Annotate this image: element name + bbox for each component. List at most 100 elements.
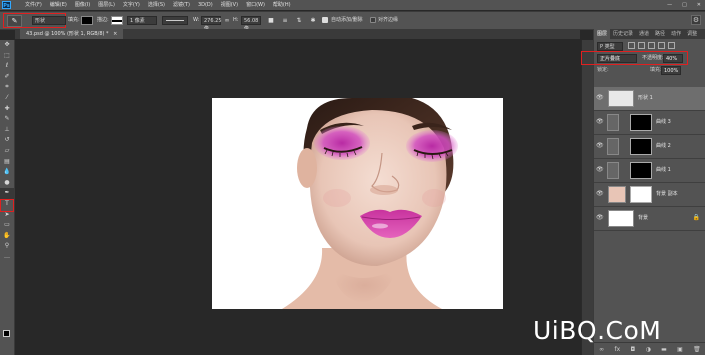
link-dimensions-icon[interactable]: ∞ <box>223 16 231 25</box>
align-edges-checkbox[interactable] <box>370 17 376 23</box>
layer-mask-thumbnail[interactable] <box>630 186 652 203</box>
menu-file[interactable]: 文件(F) <box>21 0 46 10</box>
tool-mode-select[interactable]: 形状 <box>32 16 66 25</box>
document-tab[interactable]: 43.psd @ 100% (形状 1, RGB/8) * × <box>20 29 124 39</box>
clone-stamp-icon[interactable]: ⊥ <box>0 125 14 136</box>
eyedropper-icon[interactable]: ⁄ <box>0 93 14 104</box>
lock-label: 锁定: <box>597 67 609 73</box>
new-layer-icon[interactable]: ▣ <box>677 346 683 353</box>
tab-close-icon[interactable]: × <box>113 31 117 37</box>
fill-swatch[interactable] <box>81 16 93 25</box>
tab-actions[interactable]: 动作 <box>668 29 684 39</box>
crop-tool-icon[interactable]: ⌗ <box>0 82 14 93</box>
gear-icon[interactable]: ⚙ <box>691 15 701 25</box>
more-tools-icon[interactable]: … <box>0 252 14 263</box>
quick-select-icon[interactable]: ✐ <box>0 72 14 83</box>
fx-icon[interactable]: fx <box>614 346 620 353</box>
auto-add-delete-checkbox[interactable] <box>322 17 328 23</box>
trash-icon[interactable]: 🗑 <box>693 346 701 353</box>
layer-name: 曲线 1 <box>656 167 671 173</box>
path-operations-icon[interactable]: ■ <box>267 16 275 25</box>
history-brush-icon[interactable]: ↺ <box>0 135 14 146</box>
eye-icon[interactable]: 👁 <box>596 95 604 101</box>
maximize-button[interactable]: □ <box>682 0 687 10</box>
brush-tool-icon[interactable]: ✎ <box>0 114 14 125</box>
foreground-color-swatch[interactable] <box>3 330 10 337</box>
path-arrangement-icon[interactable]: ⇅ <box>295 16 303 25</box>
layer-mask-thumbnail[interactable] <box>630 138 652 155</box>
document-canvas[interactable] <box>212 98 503 309</box>
menu-window[interactable]: 窗口(W) <box>242 0 269 10</box>
panel-dock <box>581 40 593 355</box>
smart-object-filter-icon[interactable] <box>668 42 675 49</box>
opacity-label: 不透明度: <box>642 55 664 61</box>
zoom-tool-icon[interactable]: ⚲ <box>0 241 14 252</box>
eye-icon[interactable]: 👁 <box>596 215 604 221</box>
menu-image[interactable]: 图像(I) <box>71 0 94 10</box>
eye-icon[interactable]: 👁 <box>596 143 604 149</box>
lasso-tool-icon[interactable]: ℓ <box>0 61 14 72</box>
layer-row[interactable]: 👁 背景 副本 <box>594 183 705 207</box>
healing-brush-icon[interactable]: ✚ <box>0 104 14 115</box>
tab-paths[interactable]: 路径 <box>652 29 668 39</box>
height-field[interactable]: 56.08 像 <box>241 16 261 32</box>
minimize-button[interactable]: — <box>667 0 672 10</box>
eye-icon[interactable]: 👁 <box>596 167 604 173</box>
layer-row[interactable]: 👁 形状 1 <box>594 87 705 111</box>
move-tool-icon[interactable]: ✥ <box>0 40 14 51</box>
blend-mode-select[interactable]: 正片叠底 <box>597 54 637 63</box>
document-title: 43.psd @ 100% (形状 1, RGB/8) * <box>26 31 109 37</box>
adjustment-filter-icon[interactable] <box>638 42 645 49</box>
hand-tool-icon[interactable]: ✋ <box>0 231 14 242</box>
geometry-options-icon[interactable]: ✱ <box>309 16 317 25</box>
curves-adjustment-icon <box>607 114 619 131</box>
marquee-tool-icon[interactable]: ⬚ <box>0 51 14 62</box>
menu-type[interactable]: 文字(Y) <box>119 0 144 10</box>
panel-fill-field[interactable]: 100% <box>661 66 681 75</box>
pen-tool-icon[interactable]: ✒ <box>0 188 14 199</box>
menu-select[interactable]: 选择(S) <box>144 0 169 10</box>
tab-layers[interactable]: 图层 <box>594 29 611 39</box>
curves-adjustment-icon <box>607 138 619 155</box>
shape-tool-icon[interactable]: ▭ <box>0 220 14 231</box>
menu-view[interactable]: 视图(V) <box>217 0 242 10</box>
layer-name: 曲线 3 <box>656 119 671 125</box>
menu-help[interactable]: 帮助(H) <box>269 0 295 10</box>
layer-mask-thumbnail[interactable] <box>630 162 652 179</box>
pixel-filter-icon[interactable] <box>628 42 635 49</box>
stroke-swatch[interactable] <box>111 16 123 25</box>
tab-adjustments[interactable]: 调整 <box>684 29 700 39</box>
menu-layer[interactable]: 图层(L) <box>94 0 119 10</box>
eraser-icon[interactable]: ▱ <box>0 146 14 157</box>
menu-edit[interactable]: 编辑(E) <box>46 0 71 10</box>
blur-icon[interactable]: 💧 <box>0 167 14 178</box>
tab-history[interactable]: 历史记录 <box>610 29 636 39</box>
layer-row[interactable]: 👁 曲线 2 <box>594 135 705 159</box>
layer-row[interactable]: 👁 背景 🔒 <box>594 207 705 231</box>
layer-filter-select[interactable]: P 类型 <box>597 42 623 51</box>
dodge-icon[interactable]: ● <box>0 178 14 189</box>
opacity-field[interactable]: 40% <box>663 54 683 63</box>
gradient-icon[interactable]: ▤ <box>0 157 14 168</box>
eye-icon[interactable]: 👁 <box>596 119 604 125</box>
mask-icon[interactable]: ◘ <box>630 346 635 353</box>
lock-icon: 🔒 <box>692 214 700 221</box>
shape-filter-icon[interactable] <box>658 42 665 49</box>
adjustment-icon[interactable]: ◑ <box>646 346 651 353</box>
link-icon[interactable]: ∞ <box>599 346 604 353</box>
menu-filter[interactable]: 滤镜(T) <box>169 0 194 10</box>
stroke-type-select[interactable] <box>162 16 188 25</box>
close-button[interactable]: ✕ <box>697 0 701 10</box>
background-thumbnail <box>608 210 634 227</box>
stroke-width-select[interactable]: 1 像素 <box>127 16 157 25</box>
layer-row[interactable]: 👁 曲线 3 <box>594 111 705 135</box>
folder-icon[interactable]: ▬ <box>661 346 667 353</box>
tab-channels[interactable]: 通道 <box>636 29 652 39</box>
type-filter-icon[interactable] <box>648 42 655 49</box>
width-field[interactable]: 276.25 像 <box>201 16 222 32</box>
path-alignment-icon[interactable]: ≡ <box>281 16 289 25</box>
eye-icon[interactable]: 👁 <box>596 191 604 197</box>
layer-row[interactable]: 👁 曲线 1 <box>594 159 705 183</box>
menu-3d[interactable]: 3D(D) <box>194 0 217 10</box>
layer-mask-thumbnail[interactable] <box>630 114 652 131</box>
